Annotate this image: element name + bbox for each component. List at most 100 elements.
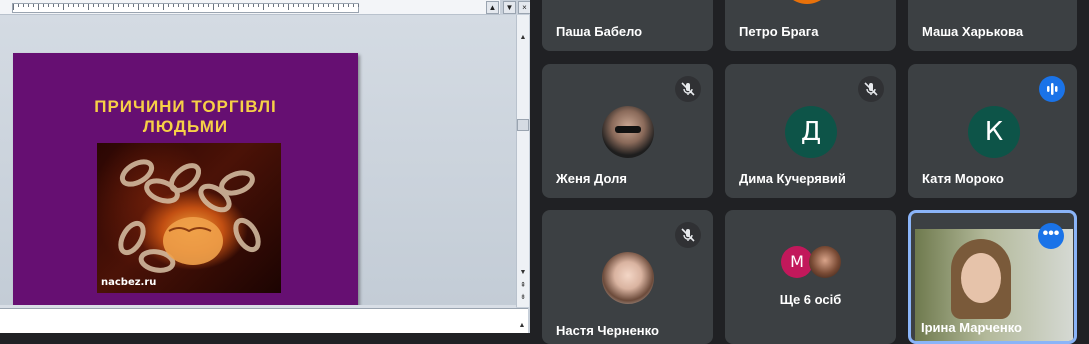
mic-off-icon xyxy=(675,76,701,102)
ruler-tick xyxy=(48,4,49,7)
avatar xyxy=(602,106,654,158)
ruler-tick xyxy=(193,4,194,7)
ruler-tick xyxy=(283,4,284,7)
ruler-tick xyxy=(98,4,99,7)
ruler-tick xyxy=(33,4,34,7)
ruler-tick xyxy=(328,4,329,7)
participant-tile[interactable]: Женя Доля xyxy=(542,64,713,198)
scroll-up-icon[interactable]: ▲ xyxy=(518,33,528,43)
others-tile[interactable]: М Ще 6 осіб xyxy=(725,210,896,344)
image-credit: nacbez.ru xyxy=(101,277,157,288)
participant-name: Петро Брага xyxy=(739,24,819,39)
chevron-down-icon[interactable]: ▼ xyxy=(503,1,516,14)
ruler-tick xyxy=(203,4,204,7)
avatar xyxy=(809,246,841,278)
ruler-tick xyxy=(113,4,114,10)
previous-slide-icon[interactable]: ⇞ xyxy=(518,281,528,291)
ruler-tick xyxy=(133,4,134,7)
slide-title-line1: ПРИЧИНИ ТОРГІВЛІ xyxy=(94,97,277,116)
ruler-tick xyxy=(343,4,344,7)
ruler-tick xyxy=(278,4,279,7)
ruler-tick xyxy=(188,4,189,10)
ruler-tick xyxy=(228,4,229,7)
ruler-tick xyxy=(238,4,239,10)
ruler-tick xyxy=(128,4,129,7)
ruler-tick xyxy=(208,4,209,7)
ruler-tick xyxy=(273,4,274,7)
ruler-tick xyxy=(223,4,224,7)
more-options-icon[interactable]: ••• xyxy=(1038,223,1064,249)
horizontal-ruler: ▲ ▼ × xyxy=(0,0,530,15)
slide-title-line2: ЛЮДЬМИ xyxy=(142,117,229,136)
meeting-grid: Паша Бабело Петро Брага Маша Харькова Же… xyxy=(530,0,1089,344)
ruler-tick xyxy=(108,4,109,7)
ruler-tick xyxy=(158,4,159,7)
ruler-tick xyxy=(293,4,294,7)
participant-tile[interactable]: К Катя Мороко xyxy=(908,64,1077,198)
ruler-tick xyxy=(333,4,334,7)
participant-name: Настя Черненко xyxy=(556,323,659,338)
notes-pane[interactable]: ▲ xyxy=(0,308,528,333)
ruler-tick xyxy=(168,4,169,7)
avatar: Д xyxy=(785,106,837,158)
ruler-tick xyxy=(253,4,254,7)
participant-tile[interactable]: Петро Брага xyxy=(725,0,896,51)
ruler-tick xyxy=(143,4,144,7)
participant-name: Женя Доля xyxy=(556,171,627,186)
ruler-tick xyxy=(73,4,74,7)
ruler-tick xyxy=(183,4,184,7)
scroll-thumb[interactable] xyxy=(517,119,529,131)
participant-tile[interactable]: Настя Черненко xyxy=(542,210,713,344)
vertical-scrollbar[interactable]: ▲ ▼ ⇞ ⇟ xyxy=(516,15,529,307)
others-count-label: Ще 6 осіб xyxy=(779,292,842,307)
ruler-tick xyxy=(43,4,44,7)
ruler-tick xyxy=(258,4,259,7)
ruler-tick xyxy=(358,4,359,7)
participant-name: Катя Мороко xyxy=(922,171,1004,186)
ruler-tick xyxy=(23,4,24,7)
ruler-tick xyxy=(148,4,149,7)
ruler-tick xyxy=(53,4,54,7)
presentation-editor: ▲ ▼ × ПРИЧИНИ ТОРГІВЛІ ЛЮДЬМИ nacbez.ru … xyxy=(0,0,530,333)
ruler-tick xyxy=(68,4,69,7)
scroll-down-icon[interactable]: ▼ xyxy=(518,268,528,278)
ruler-tick xyxy=(78,4,79,7)
participant-tile-active[interactable]: ••• Ірина Марченко xyxy=(908,210,1077,344)
ruler-tick xyxy=(13,4,14,10)
ruler-tick xyxy=(103,4,104,7)
ruler-tick xyxy=(163,4,164,10)
participant-tile[interactable]: Паша Бабело xyxy=(542,0,713,51)
participant-tile[interactable]: Маша Харькова xyxy=(908,0,1077,51)
ruler-tick xyxy=(38,4,39,10)
next-slide-icon[interactable]: ⇟ xyxy=(518,293,528,303)
participant-face xyxy=(961,253,1001,303)
participant-name: Дима Кучерявий xyxy=(739,171,846,186)
avatar: К xyxy=(968,106,1020,158)
ruler-tick xyxy=(198,4,199,7)
ruler-tick xyxy=(338,4,339,10)
scroll-up-icon[interactable]: ▲ xyxy=(517,321,527,331)
close-icon[interactable]: × xyxy=(518,1,530,14)
ruler-tick xyxy=(18,4,19,7)
ruler-tick xyxy=(28,4,29,7)
scroll-up-icon[interactable]: ▲ xyxy=(486,1,499,14)
avatar xyxy=(602,252,654,304)
ruler-tick xyxy=(83,4,84,7)
participant-name: Маша Харькова xyxy=(922,24,1024,39)
slide-editing-area[interactable]: ПРИЧИНИ ТОРГІВЛІ ЛЮДЬМИ nacbez.ru xyxy=(0,15,516,313)
ruler-tick xyxy=(63,4,64,10)
ruler-tick xyxy=(178,4,179,7)
ruler-tick xyxy=(138,4,139,10)
participant-tile[interactable]: Д Дима Кучерявий xyxy=(725,64,896,198)
slide-title: ПРИЧИНИ ТОРГІВЛІ ЛЮДЬМИ xyxy=(13,97,358,137)
ruler-tick xyxy=(248,4,249,7)
ruler-tick xyxy=(118,4,119,7)
slide[interactable]: ПРИЧИНИ ТОРГІВЛІ ЛЮДЬМИ nacbez.ru xyxy=(13,53,358,313)
mic-off-icon xyxy=(858,76,884,102)
ruler-tick xyxy=(263,4,264,10)
ruler-tick xyxy=(288,4,289,10)
ruler-scale xyxy=(12,3,359,13)
mic-off-icon xyxy=(675,222,701,248)
ruler-tick xyxy=(88,4,89,10)
ruler-tick xyxy=(298,4,299,7)
